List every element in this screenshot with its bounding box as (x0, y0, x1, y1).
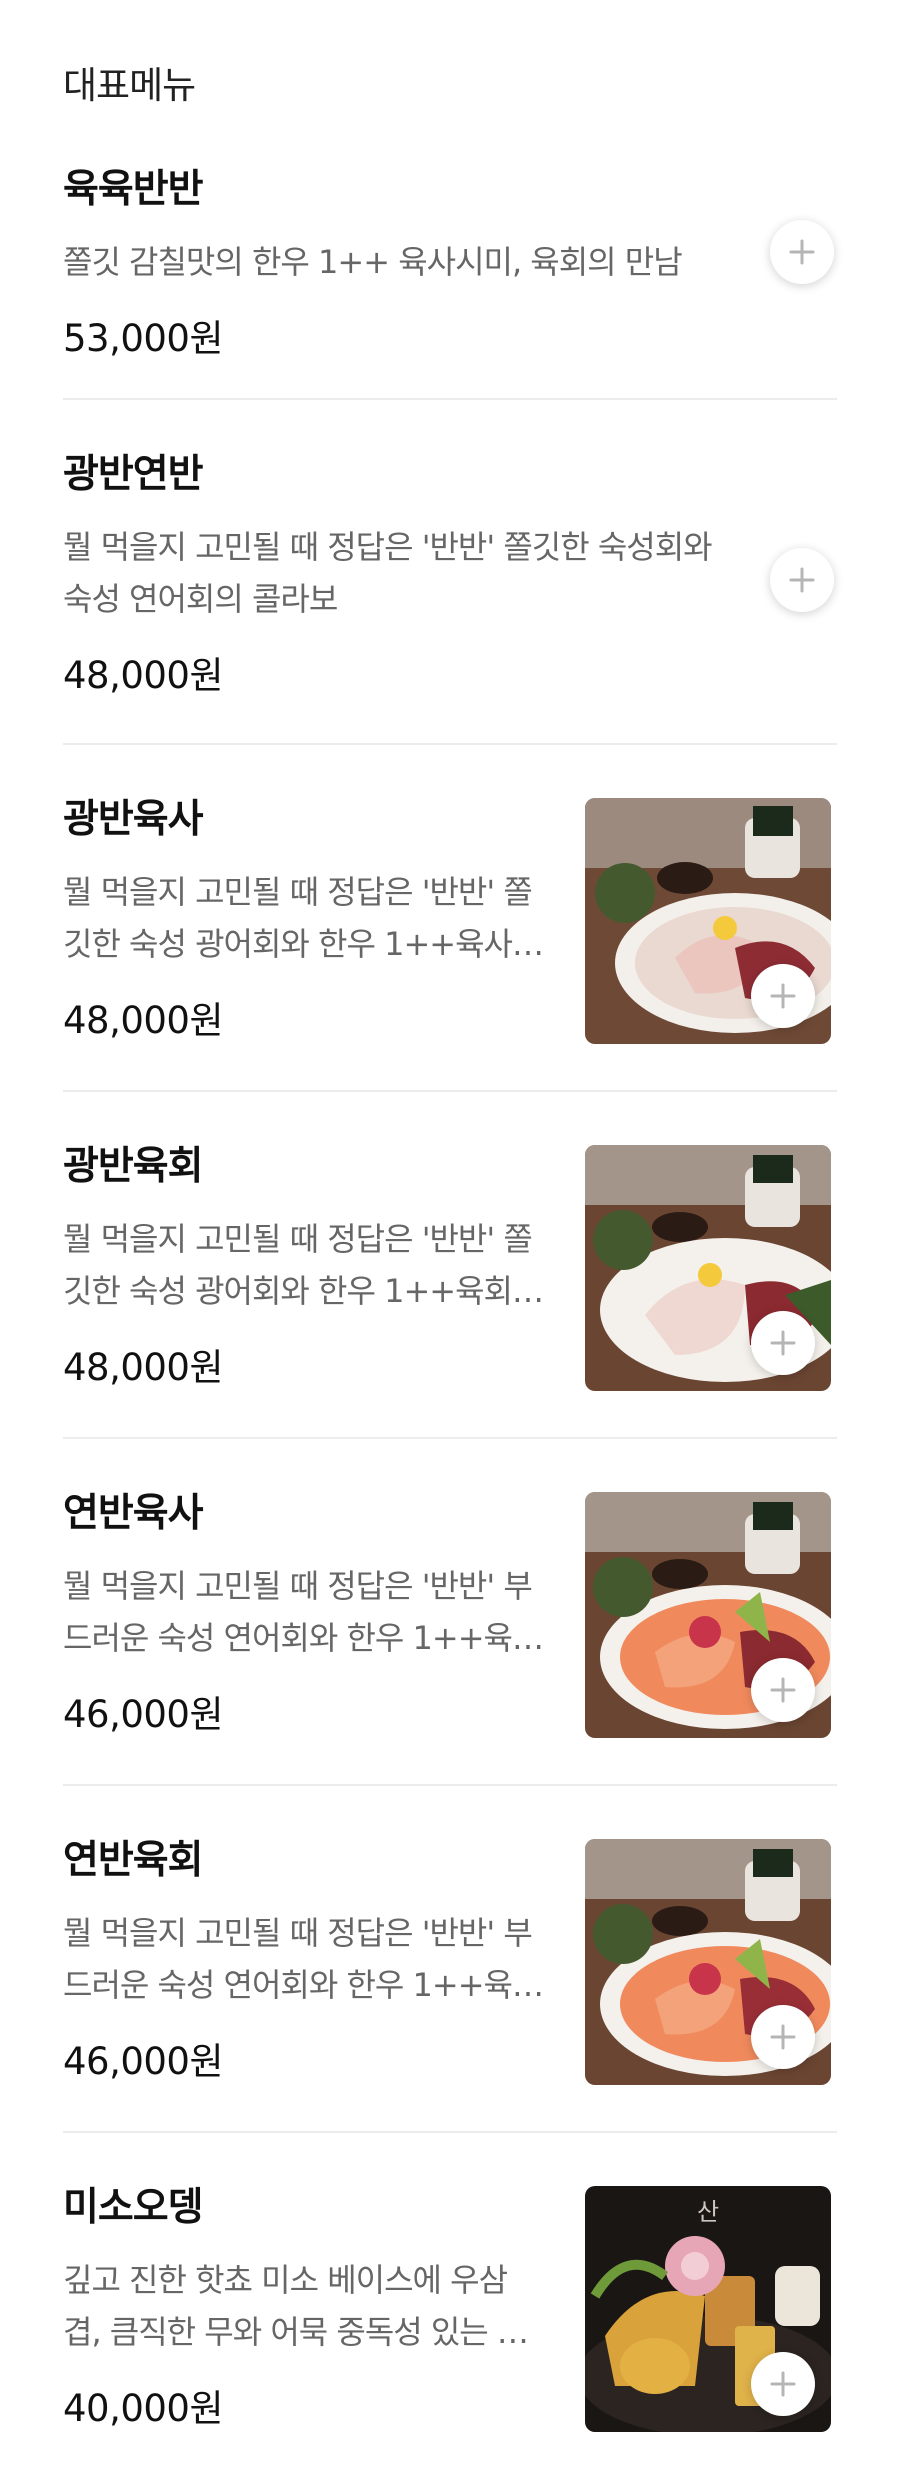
menu-item-description: 뭘 먹을지 고민될 때 정답은 '반반' 쫄깃한 숙성회와 숙성 연어회의 콜라… (63, 528, 713, 618)
plus-icon (789, 239, 815, 265)
menu-item-description: 뭘 먹을지 고민될 때 정답은 '반반' 부 드러운 숙성 연어회와 한우 1+… (63, 1567, 544, 1657)
menu-item-description: 쫄깃 감칠맛의 한우 1++ 육사시미, 육회의 만남 (63, 243, 683, 281)
menu-item-name: 광반연반 (63, 452, 204, 497)
menu-item-description: 뭘 먹을지 고민될 때 정답은 '반반' 쫄 깃한 숙성 광어회와 한우 1++… (63, 873, 544, 963)
plus-icon (770, 2024, 796, 2050)
add-button[interactable] (770, 548, 834, 612)
menu-item-image[interactable] (585, 1839, 831, 2085)
add-button[interactable] (751, 2352, 815, 2416)
divider (63, 1437, 837, 1439)
menu-page: 대표메뉴 육육반반 쫄깃 감칠맛의 한우 1++ 육사시미, 육회의 만남 53… (0, 0, 900, 2465)
plus-icon (770, 1677, 796, 1703)
menu-item-price: 53,000원 (63, 317, 224, 360)
menu-item-image[interactable] (585, 798, 831, 1044)
divider (63, 743, 837, 745)
add-button[interactable] (770, 220, 834, 284)
menu-item-description: 뭘 먹을지 고민될 때 정답은 '반반' 부 드러운 숙성 연어회와 한우 1+… (63, 1914, 544, 2004)
divider (63, 398, 837, 400)
add-button[interactable] (751, 1311, 815, 1375)
plus-icon (789, 567, 815, 593)
menu-item-description: 깊고 진한 핫쵸 미소 베이스에 우삼 겹, 큼직한 무와 어묵 중독성 있는 … (63, 2261, 529, 2351)
add-button[interactable] (751, 964, 815, 1028)
section-title: 대표메뉴 (63, 64, 196, 107)
plus-icon (770, 2371, 796, 2397)
divider (63, 2131, 837, 2133)
image-watermark: 산 (697, 2198, 720, 2226)
add-button[interactable] (751, 2005, 815, 2069)
divider (63, 1090, 837, 1092)
plus-icon (770, 983, 796, 1009)
plus-icon (770, 1330, 796, 1356)
menu-item-image[interactable]: 산 (585, 2186, 831, 2432)
add-button[interactable] (751, 1658, 815, 1722)
menu-item[interactable]: 육육반반 쫄깃 감칠맛의 한우 1++ 육사시미, 육회의 만남 53,000원 (63, 158, 837, 362)
menu-item-price: 48,000원 (63, 654, 224, 697)
menu-item[interactable]: 광반연반 뭘 먹을지 고민될 때 정답은 '반반' 쫄깃한 숙성회와 숙성 연어… (63, 443, 837, 699)
divider (63, 1784, 837, 1786)
menu-item-image[interactable] (585, 1492, 831, 1738)
menu-item-description: 뭘 먹을지 고민될 때 정답은 '반반' 쫄 깃한 숙성 광어회와 한우 1++… (63, 1220, 544, 1310)
menu-item-image[interactable] (585, 1145, 831, 1391)
menu-item-name: 육육반반 (63, 167, 204, 212)
